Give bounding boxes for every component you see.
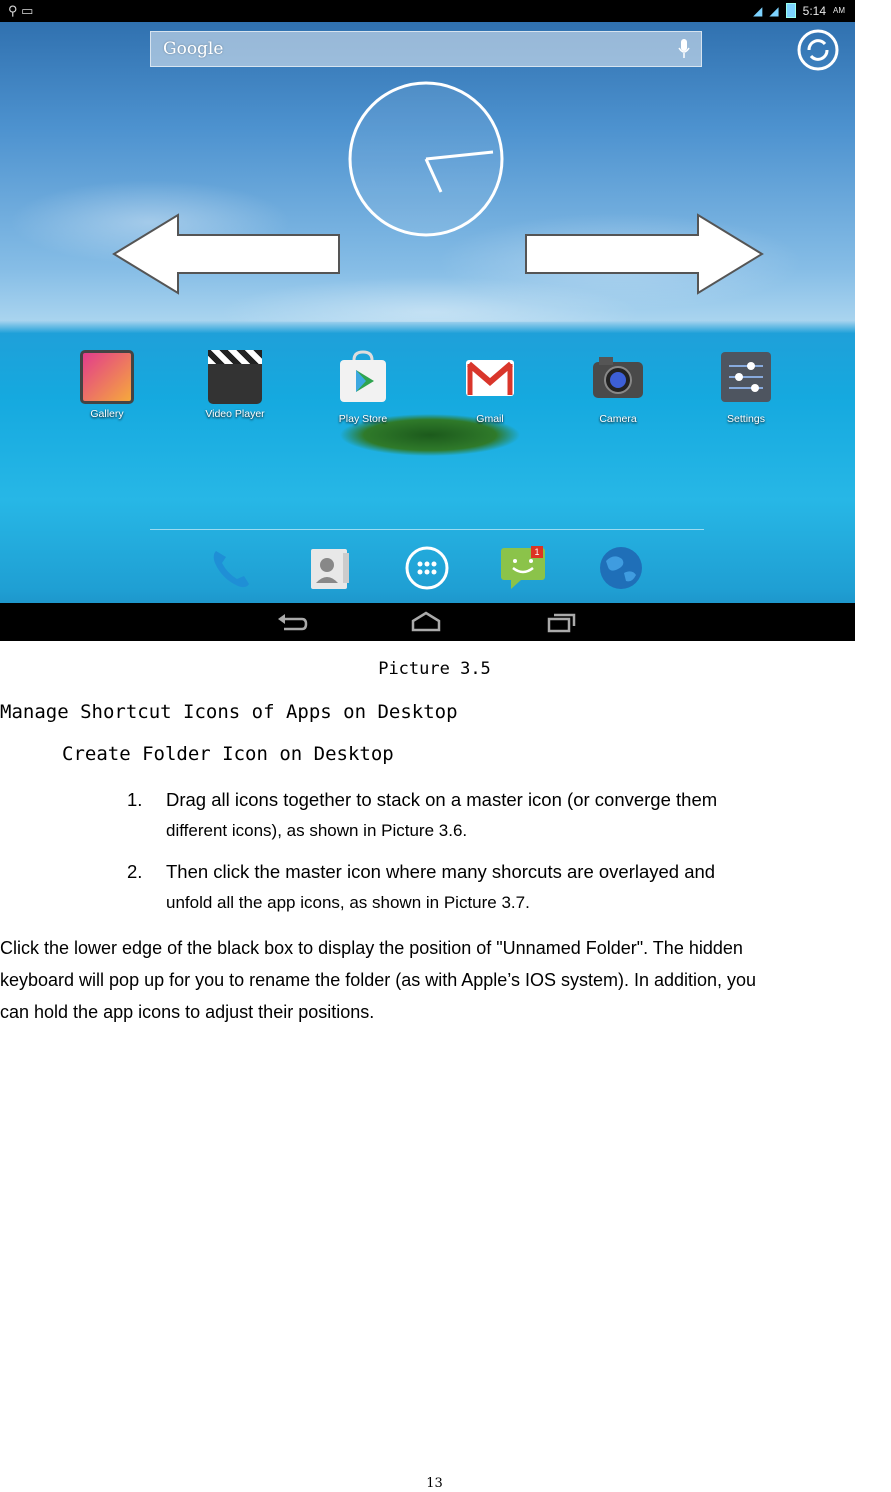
phone-icon[interactable] <box>206 543 256 593</box>
app-label: Video Player <box>205 408 265 420</box>
camera-icon <box>593 357 643 398</box>
status-bar: ⚲ ▭ ◢ ◢ 5:14 AM <box>0 0 855 22</box>
app-label: Gmail <box>476 413 504 425</box>
list-line: different icons), as shown in Picture 3.… <box>166 821 468 840</box>
status-ampm: AM <box>833 6 845 15</box>
list-text: Drag all icons together to stack on a ma… <box>166 784 866 846</box>
figure-caption: Picture 3.5 <box>378 659 491 679</box>
app-gallery[interactable]: Gallery <box>72 350 142 420</box>
swipe-right-arrow <box>525 213 764 295</box>
signal-icon: ◢ <box>753 3 763 18</box>
app-label: Camera <box>599 413 637 425</box>
list-number: 2. <box>127 861 143 882</box>
contacts-icon[interactable] <box>305 543 355 593</box>
list-line: Drag all icons together to stack on a ma… <box>166 789 718 810</box>
messaging-icon[interactable]: 1 <box>499 543 549 593</box>
play-store-icon <box>340 350 386 402</box>
subsection-heading: Create Folder Icon on Desktop <box>62 743 394 765</box>
usb-notification-icon: ⚲ ▭ <box>8 3 34 18</box>
list-line: unfold all the app icons, as shown in Pi… <box>166 893 530 912</box>
paragraph-line: keyboard will pop up for you to rename t… <box>0 970 757 990</box>
app-gmail[interactable]: Gmail <box>455 350 525 425</box>
section-heading: Manage Shortcut Icons of Apps on Desktop <box>0 701 458 723</box>
app-label: Settings <box>727 413 765 425</box>
home-icon[interactable] <box>410 611 442 633</box>
back-icon[interactable] <box>276 611 308 633</box>
battery-icon <box>785 3 796 18</box>
message-badge: 1 <box>531 546 543 558</box>
all-apps-icon[interactable] <box>402 543 452 593</box>
app-camera[interactable]: Camera <box>583 350 653 425</box>
google-search-bar[interactable]: Google <box>150 31 702 67</box>
status-indicators: ◢ ◢ 5:14 AM <box>753 3 845 18</box>
analog-clock-widget[interactable] <box>347 80 505 238</box>
list-number: 1. <box>127 789 143 810</box>
app-label: Play Store <box>338 413 388 425</box>
list-text: Then click the master icon where many sh… <box>166 856 866 918</box>
list-line: Then click the master icon where many sh… <box>166 861 716 882</box>
paragraph-line: can hold the app icons to adjust their p… <box>0 1002 375 1022</box>
app-play-store[interactable]: Play Store <box>328 350 398 425</box>
mic-icon[interactable] <box>677 38 691 60</box>
gmail-icon <box>466 360 514 396</box>
app-video-player[interactable]: Video Player <box>200 350 270 420</box>
body-paragraph: Click the lower edge of the black box to… <box>0 932 891 1028</box>
recent-apps-icon[interactable] <box>546 611 578 633</box>
google-search-label: Google <box>163 39 224 59</box>
status-time: 5:14 <box>802 3 826 18</box>
app-settings[interactable]: Settings <box>711 350 781 425</box>
wifi-icon: ◢ <box>769 3 779 18</box>
settings-sliders-icon <box>721 352 771 402</box>
app-label: Gallery <box>90 408 124 420</box>
sync-icon[interactable] <box>796 28 840 72</box>
navigation-bar <box>0 603 855 641</box>
page-number: 13 <box>426 1476 443 1491</box>
clapperboard-icon <box>208 350 262 404</box>
swipe-left-arrow <box>112 213 340 295</box>
gallery-icon <box>80 350 134 404</box>
paragraph-line: Click the lower edge of the black box to… <box>0 938 743 958</box>
browser-globe-icon[interactable] <box>596 543 646 593</box>
dock-divider <box>150 529 704 530</box>
tablet-home-screenshot: ⚲ ▭ ◢ ◢ 5:14 AM Google Gallery Video Pla… <box>0 0 855 641</box>
